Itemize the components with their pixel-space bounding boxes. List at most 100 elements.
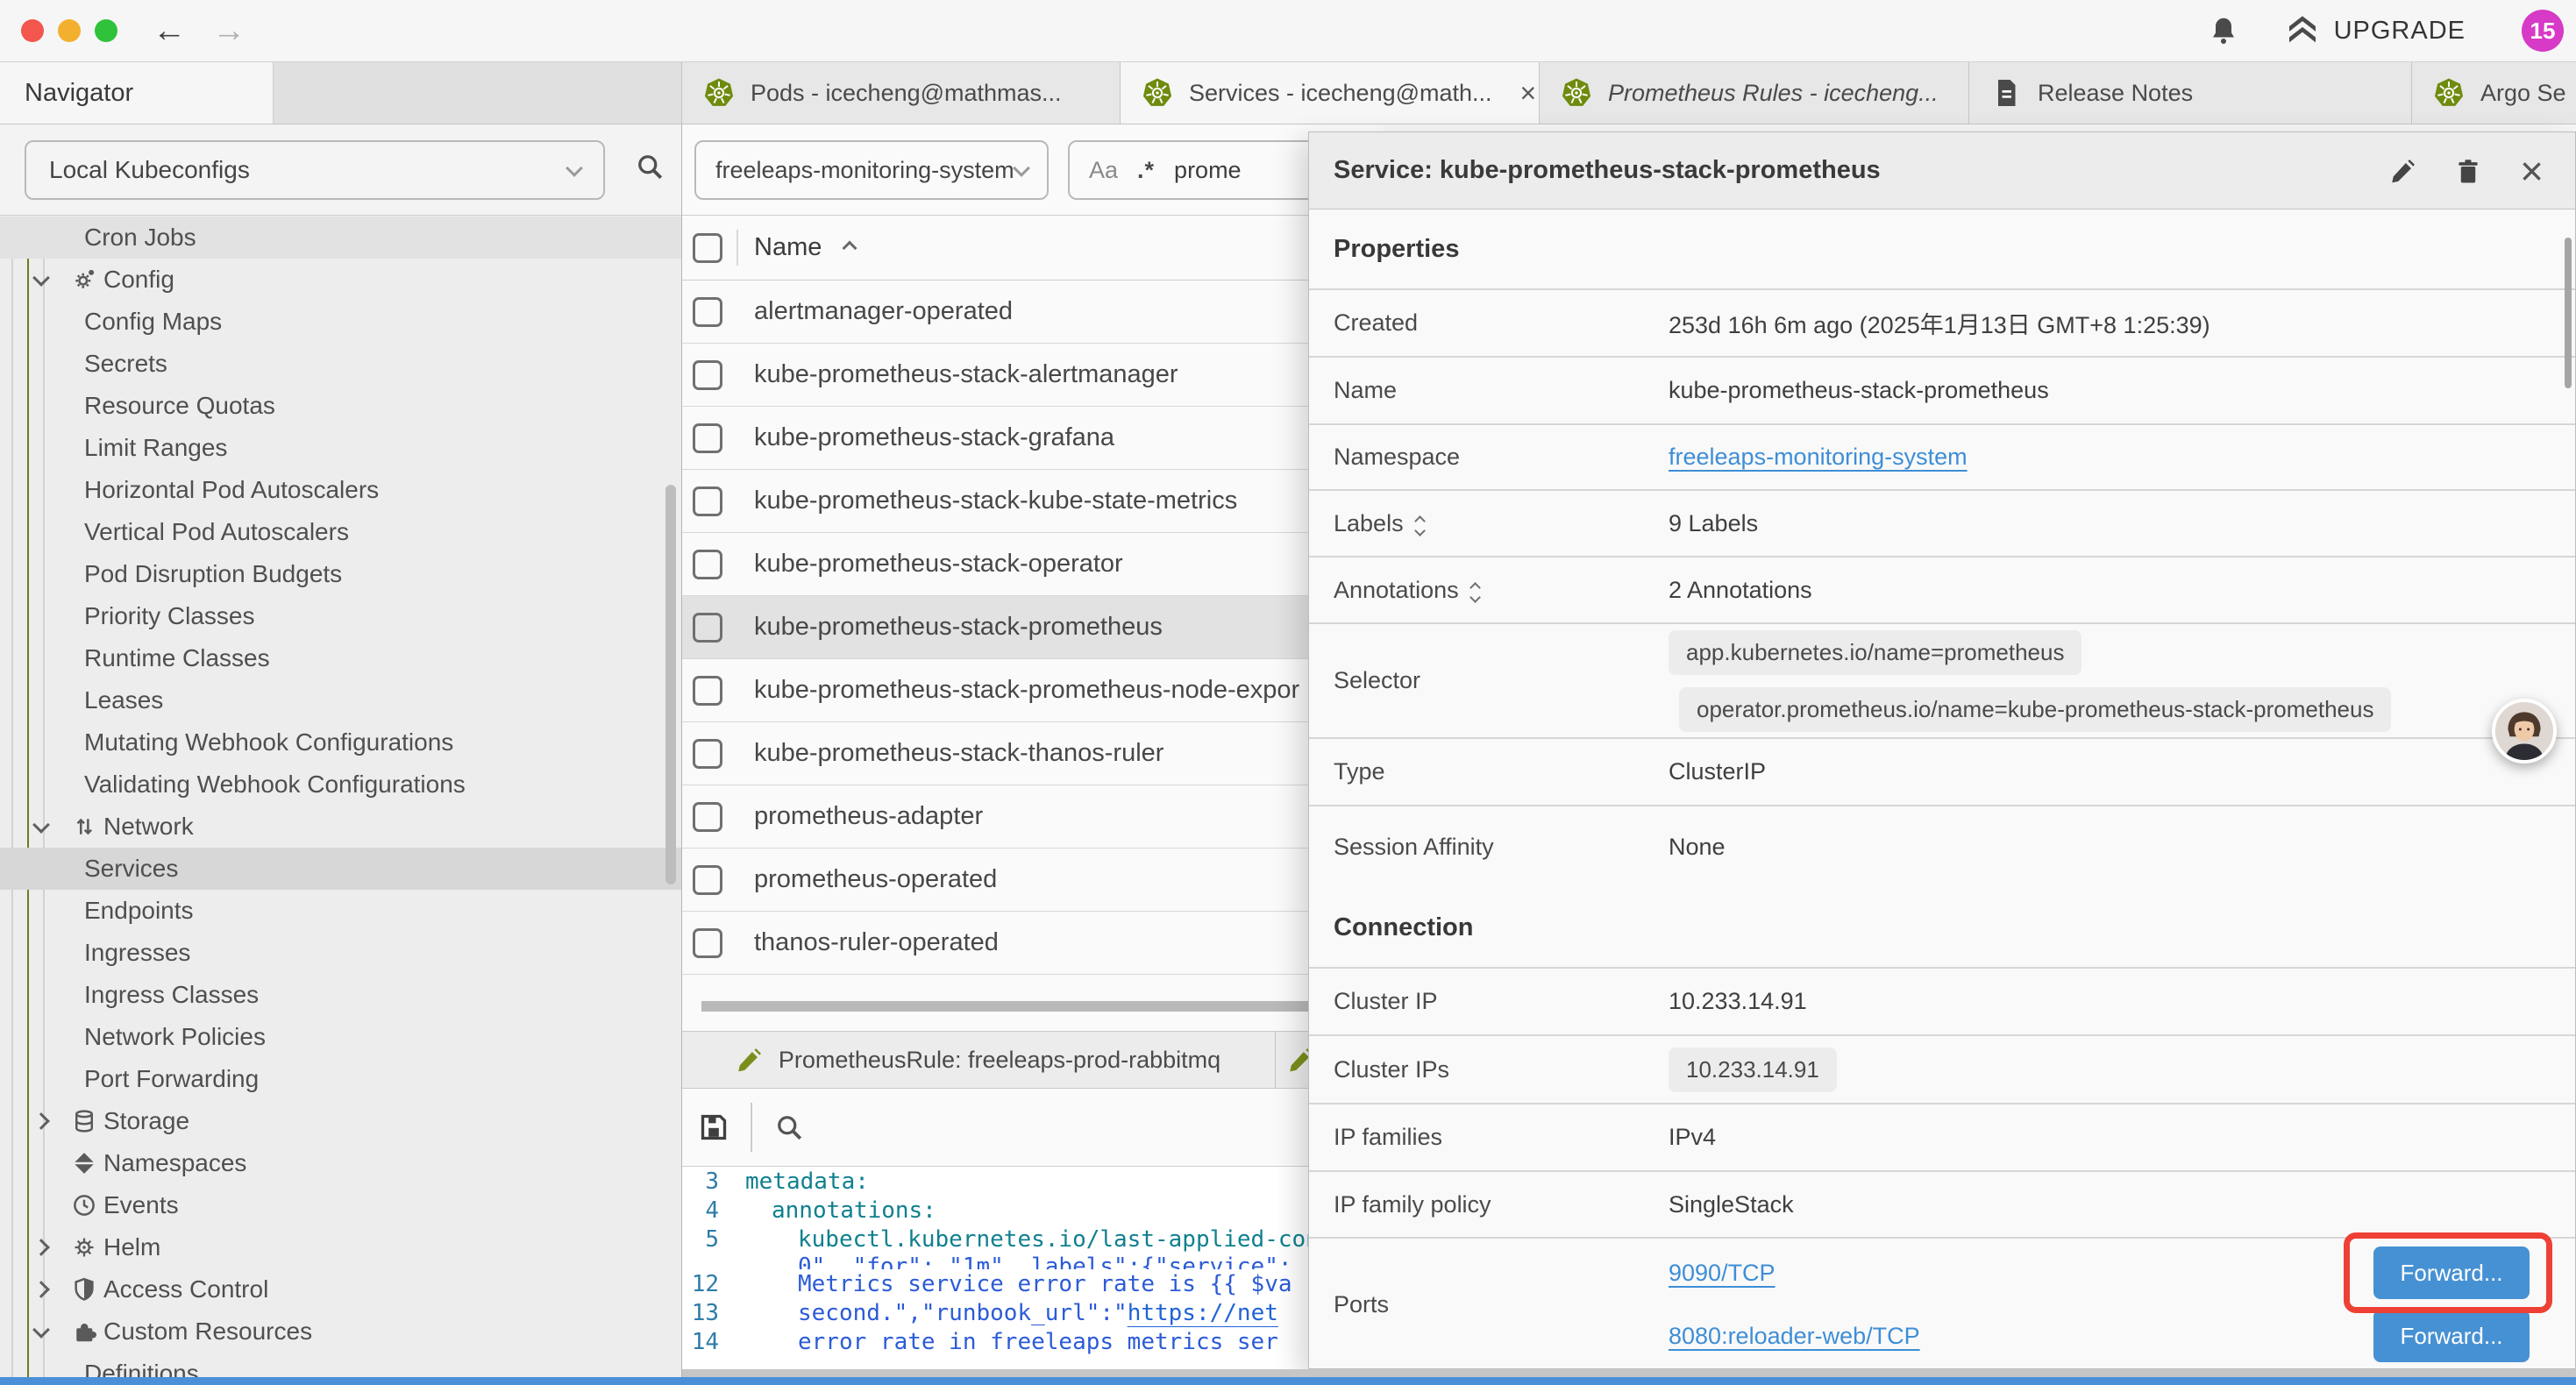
table-row-kube-prometheus-stack-grafana[interactable]: kube-prometheus-stack-grafana [682, 407, 1384, 470]
sidebar-item-validating-webhook-configurations[interactable]: Validating Webhook Configurations [0, 764, 681, 806]
table-row-thanos-ruler-operated[interactable]: thanos-ruler-operated [682, 912, 1384, 975]
table-row-kube-prometheus-stack-kube-state-metrics[interactable]: kube-prometheus-stack-kube-state-metrics [682, 470, 1384, 533]
sidebar-item-limit-ranges[interactable]: Limit Ranges [0, 427, 681, 469]
sidebar-item-leases[interactable]: Leases [0, 679, 681, 721]
row-checkbox[interactable] [693, 676, 722, 706]
edit-pencil-icon[interactable] [2390, 158, 2416, 184]
sidebar-item-horizontal-pod-autoscalers[interactable]: Horizontal Pod Autoscalers [0, 469, 681, 511]
chevron-down-icon[interactable] [32, 269, 50, 287]
detail-scrollbar[interactable] [2565, 238, 2572, 388]
namespace-link[interactable]: freeleaps-monitoring-system [1669, 444, 1968, 471]
zoom-window-button[interactable] [95, 19, 117, 42]
sidebar-item-network-policies[interactable]: Network Policies [0, 1016, 681, 1058]
chevron-right-icon[interactable] [32, 1239, 50, 1256]
sidebar-item-events[interactable]: Events [0, 1184, 681, 1226]
sidebar-item-custom-resources[interactable]: Custom Resources [0, 1310, 681, 1353]
horizontal-scrollbar[interactable] [682, 999, 1384, 1013]
sidebar-item-runtime-classes[interactable]: Runtime Classes [0, 637, 681, 679]
sidebar-item-storage[interactable]: Storage [0, 1100, 681, 1142]
row-checkbox[interactable] [693, 613, 722, 643]
sidebar-item-vertical-pod-autoscalers[interactable]: Vertical Pod Autoscalers [0, 511, 681, 553]
row-checkbox[interactable] [693, 865, 722, 895]
search-icon[interactable] [634, 151, 665, 182]
tab-argo-se[interactable]: Argo Se [2412, 62, 2576, 124]
table-row-kube-prometheus-stack-prometheus[interactable]: kube-prometheus-stack-prometheus [682, 596, 1384, 659]
forward-button[interactable]: Forward... [2373, 1310, 2530, 1362]
sidebar-item-cron-jobs[interactable]: Cron Jobs [0, 217, 681, 259]
table-row-kube-prometheus-stack-thanos-ruler[interactable]: kube-prometheus-stack-thanos-ruler [682, 722, 1384, 785]
tab-pods-icecheng-mathmas[interactable]: Pods - icecheng@mathmas... [682, 62, 1121, 124]
close-tab-icon[interactable]: × [1520, 79, 1537, 107]
sidebar-item-mutating-webhook-configurations[interactable]: Mutating Webhook Configurations [0, 721, 681, 764]
search-icon[interactable] [773, 1112, 805, 1143]
horizontal-scrollbar-thumb[interactable] [701, 1001, 1364, 1012]
notifications-bell-icon[interactable] [2208, 15, 2239, 46]
tree-scrollbar[interactable] [665, 485, 676, 884]
detail-row-cluster-ip: Cluster IP10.233.14.91 [1309, 967, 2575, 1034]
close-icon[interactable]: × [2520, 151, 2544, 191]
chevron-right-icon[interactable] [32, 1281, 50, 1298]
chevron-down-icon[interactable] [32, 816, 50, 834]
chevron-down-icon[interactable] [32, 1321, 50, 1339]
table-row-prometheus-adapter[interactable]: prometheus-adapter [682, 785, 1384, 849]
sidebar-item-network[interactable]: Network [0, 806, 681, 848]
sidebar-item-config-maps[interactable]: Config Maps [0, 301, 681, 343]
sidebar-item-secrets[interactable]: Secrets [0, 343, 681, 385]
row-checkbox[interactable] [693, 802, 722, 832]
sidebar-item-config[interactable]: Config [0, 259, 681, 301]
editor-tab-prometheusrule[interactable]: PrometheusRule: freeleaps-prod-rabbitmq [682, 1032, 1276, 1088]
table-row-kube-prometheus-stack-prometheus-node-expor[interactable]: kube-prometheus-stack-prometheus-node-ex… [682, 659, 1384, 722]
sort-ascending-icon[interactable] [844, 238, 855, 258]
table-row-kube-prometheus-stack-alertmanager[interactable]: kube-prometheus-stack-alertmanager [682, 344, 1384, 407]
tab-services-icecheng-math[interactable]: Services - icecheng@math...× [1121, 62, 1540, 124]
row-checkbox[interactable] [693, 297, 722, 327]
forward-arrow-icon[interactable]: → [212, 12, 246, 50]
row-checkbox[interactable] [693, 550, 722, 579]
upgrade-button[interactable]: UPGRADE [2285, 13, 2466, 48]
delete-trash-icon[interactable] [2453, 156, 2483, 186]
minimize-window-button[interactable] [58, 19, 81, 42]
sidebar-item-endpoints[interactable]: Endpoints [0, 890, 681, 932]
chevron-down-icon [1013, 160, 1030, 177]
column-header-name[interactable]: Name [754, 233, 822, 262]
main-tabs: Pods - icecheng@mathmas... Services - ic… [682, 62, 2576, 124]
tab-prometheus-rules-icecheng[interactable]: Prometheus Rules - icecheng... [1540, 62, 1969, 124]
match-case-toggle[interactable]: Aa [1089, 157, 1118, 184]
row-checkbox[interactable] [693, 487, 722, 516]
sidebar-item-pod-disruption-budgets[interactable]: Pod Disruption Budgets [0, 553, 681, 595]
row-checkbox[interactable] [693, 423, 722, 453]
regex-toggle[interactable]: .* [1137, 157, 1155, 184]
row-checkbox[interactable] [693, 928, 722, 958]
sidebar-item-access-control[interactable]: Access Control [0, 1268, 681, 1310]
sidebar-item-priority-classes[interactable]: Priority Classes [0, 595, 681, 637]
row-checkbox[interactable] [693, 739, 722, 769]
back-arrow-icon[interactable]: ← [153, 12, 186, 50]
table-row-prometheus-operated[interactable]: prometheus-operated [682, 849, 1384, 912]
table-row-alertmanager-operated[interactable]: alertmanager-operated [682, 281, 1384, 344]
sidebar-item-namespaces[interactable]: Namespaces [0, 1142, 681, 1184]
port-link[interactable]: 9090/TCP [1669, 1260, 1775, 1287]
row-checkbox[interactable] [693, 360, 722, 390]
namespace-select[interactable]: freeleaps-monitoring-system [694, 140, 1049, 200]
sidebar-item-helm[interactable]: Helm [0, 1226, 681, 1268]
chevron-right-icon[interactable] [32, 1112, 50, 1130]
avatar[interactable] [2492, 699, 2557, 764]
tab-navigator[interactable]: Navigator [0, 62, 274, 124]
select-all-checkbox[interactable] [693, 233, 722, 263]
kubeconfig-context-select[interactable]: Local Kubeconfigs [25, 140, 605, 200]
tab-release-notes[interactable]: Release Notes [1969, 62, 2412, 124]
expand-collapse-icon[interactable] [1416, 512, 1424, 535]
save-icon[interactable] [696, 1110, 731, 1145]
account-badge[interactable]: 15 [2522, 10, 2564, 52]
sidebar-item-resource-quotas[interactable]: Resource Quotas [0, 385, 681, 427]
yaml-editor[interactable]: 3metadata:4annotations:5kubectl.kubernet… [682, 1166, 1384, 1369]
sidebar-item-port-forwarding[interactable]: Port Forwarding [0, 1058, 681, 1100]
sidebar-item-ingress-classes[interactable]: Ingress Classes [0, 974, 681, 1016]
close-window-button[interactable] [21, 19, 44, 42]
sidebar-item-ingresses[interactable]: Ingresses [0, 932, 681, 974]
yaml-url-link[interactable]: https://net [1128, 1300, 1278, 1326]
table-row-kube-prometheus-stack-operator[interactable]: kube-prometheus-stack-operator [682, 533, 1384, 596]
sidebar-item-services[interactable]: Services [0, 848, 681, 890]
expand-collapse-icon[interactable] [1471, 579, 1479, 601]
port-link[interactable]: 8080:reloader-web/TCP [1669, 1323, 1920, 1350]
